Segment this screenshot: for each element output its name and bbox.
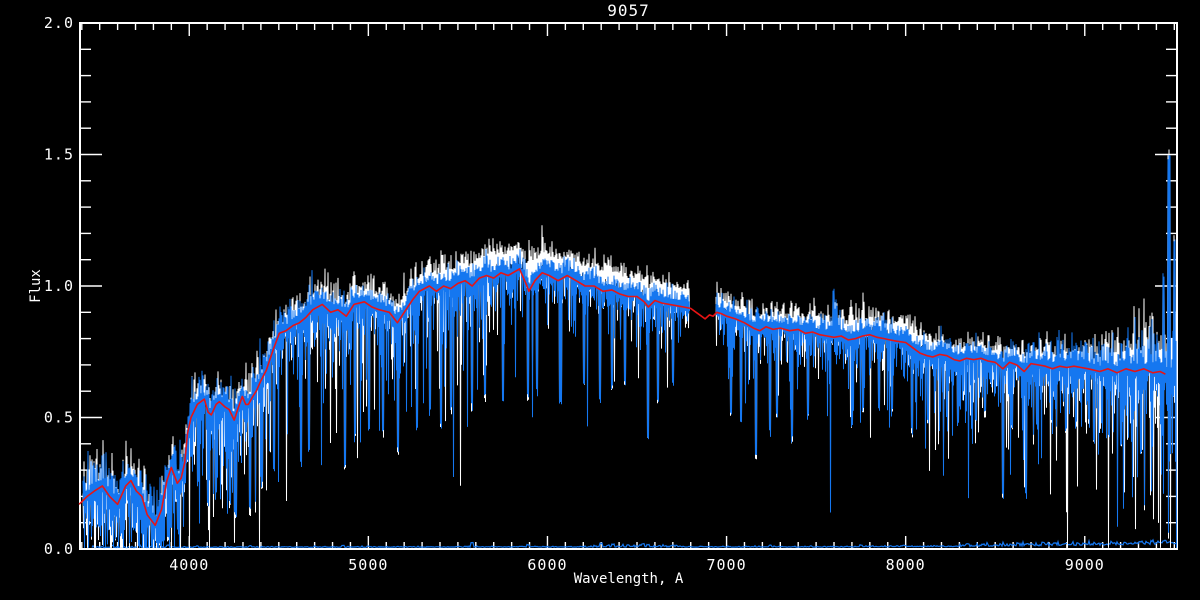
y-tick-label: 1.5 [44, 146, 74, 164]
y-tick-label: 2.0 [44, 14, 74, 32]
y-tick-label: 0.0 [44, 540, 74, 558]
spectrum-plot-svg: 4000 5000 6000 7000 8000 90000.00.51.01.52.0 [44, 14, 1178, 574]
observed-spectrum-line [82, 249, 690, 548]
y-tick-label: 0.5 [44, 409, 74, 427]
spectrum-plot-window: 4000 5000 6000 7000 8000 9000 0.0 0.5 1.0 1.5 2.0 … [0, 0, 1200, 600]
x-axis-label: Wavelength, A [573, 571, 684, 587]
chart-title: 9057 [607, 1, 650, 20]
y-axis-label: Flux [28, 269, 44, 303]
observed-spectrum-line [715, 155, 1177, 548]
y-tick-label: 1.0 [44, 277, 74, 295]
